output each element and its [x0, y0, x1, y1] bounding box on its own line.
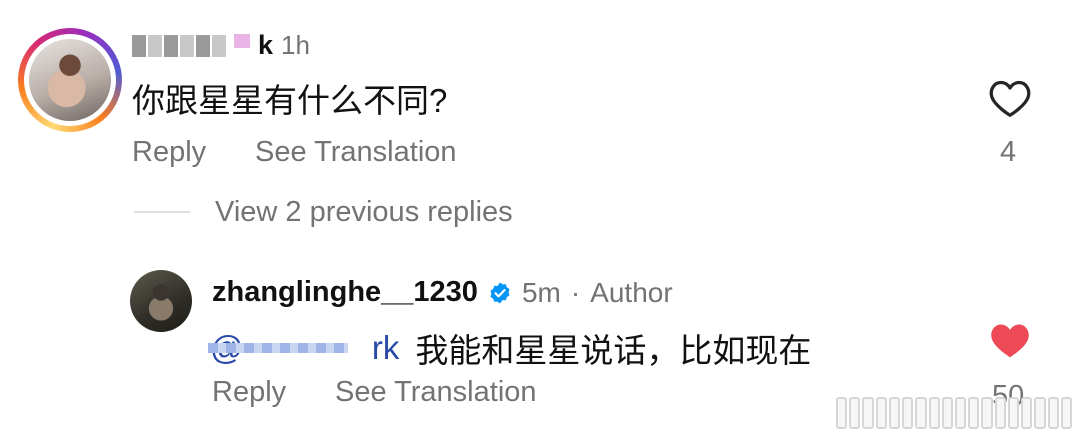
view-previous-replies-button[interactable]: View 2 previous replies [215, 196, 513, 229]
comment-text: 你跟星星有什么不同? [132, 82, 448, 119]
story-ring-avatar[interactable] [18, 28, 122, 132]
mention-link[interactable]: @ rk [208, 329, 400, 367]
mention-tail: rk [371, 329, 400, 366]
username[interactable]: k [258, 30, 273, 61]
heart-filled-icon[interactable] [988, 320, 1032, 360]
see-translation-button[interactable]: See Translation [335, 376, 537, 409]
comment-text: 我能和星星说话，比如现在 [415, 332, 812, 369]
avatar[interactable] [130, 270, 192, 332]
reply-button[interactable]: Reply [132, 136, 206, 169]
watermark [836, 397, 1072, 429]
timestamp: 1h [281, 30, 310, 60]
avatar-frame [24, 34, 116, 126]
username[interactable]: zhanglinghe__1230 [212, 276, 478, 309]
avatar [29, 39, 111, 121]
like-count: 4 [1000, 136, 1017, 168]
reply-button[interactable]: Reply [212, 376, 286, 409]
author-label: Author [590, 276, 673, 308]
redaction-mark [208, 343, 348, 353]
comment-header: k 1h [132, 30, 310, 61]
redaction-mark [234, 33, 250, 48]
see-translation-button[interactable]: See Translation [255, 136, 457, 169]
comment-text-row: @ rk 我能和星星说话，比如现在 [208, 324, 812, 372]
separator: · [570, 276, 581, 308]
timestamp: 5m [521, 276, 561, 308]
replies-divider [134, 211, 190, 213]
comment-header: zhanglinghe__1230 5m · Author [212, 276, 673, 309]
heart-icon[interactable] [988, 78, 1032, 118]
redacted-username [132, 34, 226, 57]
verified-badge-icon [490, 282, 510, 303]
